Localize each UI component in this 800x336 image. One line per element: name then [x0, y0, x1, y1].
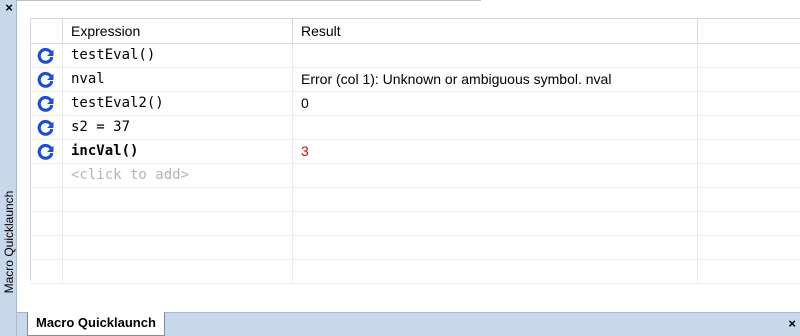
filler-cell	[698, 260, 800, 283]
grid-header: Expression Result	[31, 18, 800, 44]
expression-cell[interactable]: nval	[63, 68, 293, 91]
tab-bar: Macro Quicklaunch ×	[17, 312, 800, 336]
row-icon-cell	[31, 116, 63, 139]
table-row[interactable]: nval Error (col 1): Unknown or ambiguous …	[31, 68, 800, 92]
result-cell: 0	[293, 92, 698, 115]
tab-bar-close-button[interactable]: ×	[788, 316, 796, 331]
header-result[interactable]: Result	[293, 19, 698, 43]
empty-row	[31, 212, 800, 236]
row-icon-cell	[31, 140, 63, 163]
row-icon-cell	[31, 68, 63, 91]
filler-cell	[698, 212, 800, 235]
result-cell	[293, 44, 698, 67]
result-cell: 3	[293, 140, 698, 163]
row-icon-cell	[31, 236, 63, 259]
header-icon-column	[31, 19, 63, 43]
add-row[interactable]: <click to add>	[31, 164, 800, 188]
expression-cell[interactable]: incVal()	[63, 140, 293, 163]
row-icon-cell	[31, 92, 63, 115]
expression-cell[interactable]	[63, 188, 293, 211]
filler-cell	[698, 116, 800, 139]
filler-cell	[698, 236, 800, 259]
header-filler	[698, 19, 800, 43]
expression-cell[interactable]	[63, 236, 293, 259]
header-expression[interactable]: Expression	[63, 19, 293, 43]
refresh-icon[interactable]	[37, 95, 54, 112]
expression-cell[interactable]	[63, 260, 293, 283]
tab-macro-quicklaunch[interactable]: Macro Quicklaunch	[27, 312, 165, 336]
table-row[interactable]: testEval2() 0	[31, 92, 800, 116]
filler-cell	[698, 92, 800, 115]
filler-cell	[698, 164, 800, 187]
row-icon-cell	[31, 44, 63, 67]
refresh-icon[interactable]	[37, 119, 54, 136]
refresh-icon[interactable]	[37, 143, 54, 160]
filler-cell	[698, 44, 800, 67]
row-icon-cell	[31, 260, 63, 283]
expression-cell[interactable]: testEval()	[63, 44, 293, 67]
table-row[interactable]: testEval()	[31, 44, 800, 68]
row-icon-cell	[31, 164, 63, 187]
table-row[interactable]: incVal() 3	[31, 140, 800, 164]
result-cell	[293, 212, 698, 235]
row-icon-cell	[31, 212, 63, 235]
empty-row	[31, 260, 800, 284]
result-cell	[293, 116, 698, 139]
add-expression-placeholder[interactable]: <click to add>	[63, 164, 293, 187]
expression-cell[interactable]: testEval2()	[63, 92, 293, 115]
panel-close-button[interactable]: ×	[3, 0, 15, 16]
refresh-icon[interactable]	[37, 71, 54, 88]
dock-side-strip: × Macro Quicklaunch	[0, 0, 17, 336]
row-icon-cell	[31, 188, 63, 211]
refresh-icon[interactable]	[37, 47, 54, 64]
panel-vertical-title: Macro Quicklaunch	[2, 190, 16, 294]
filler-cell	[698, 68, 800, 91]
table-row[interactable]: s2 = 37	[31, 116, 800, 140]
empty-row	[31, 188, 800, 212]
result-cell	[293, 236, 698, 259]
result-cell: Error (col 1): Unknown or ambiguous symb…	[293, 68, 698, 91]
watch-grid: Expression Result testEval() nval Error (c…	[31, 18, 800, 284]
top-divider	[17, 0, 481, 1]
filler-cell	[698, 140, 800, 163]
result-cell	[293, 260, 698, 283]
result-cell	[293, 164, 698, 187]
filler-cell	[698, 188, 800, 211]
expression-cell[interactable]	[63, 212, 293, 235]
expression-cell[interactable]: s2 = 37	[63, 116, 293, 139]
result-cell	[293, 188, 698, 211]
empty-row	[31, 236, 800, 260]
